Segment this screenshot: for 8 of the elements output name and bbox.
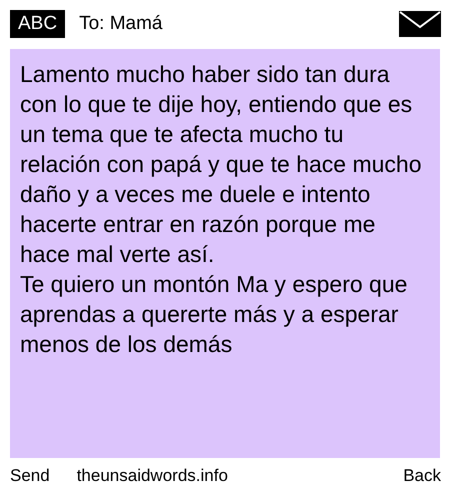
recipient-label: To: Mamá (79, 13, 164, 35)
message-text: Lamento mucho haber sido tan dura con lo que te dije hoy, entiendo que es un tema que te afecta mucho tu relación con papá y que te hace mucho daño y a veces me duele e intento hacerte entrar en razón porque me hace mal verte así. (20, 60, 422, 269)
send-link[interactable]: Send (10, 466, 50, 486)
envelope-icon (399, 11, 441, 37)
back-link[interactable]: Back (403, 466, 441, 486)
message-text: Te quiero un montón Ma y espero que aprendas a quererte más y a esperar menos de los demás (20, 270, 408, 359)
website-link[interactable]: theunsaidwords.info (76, 466, 404, 486)
sender-badge: ABC (10, 10, 66, 38)
